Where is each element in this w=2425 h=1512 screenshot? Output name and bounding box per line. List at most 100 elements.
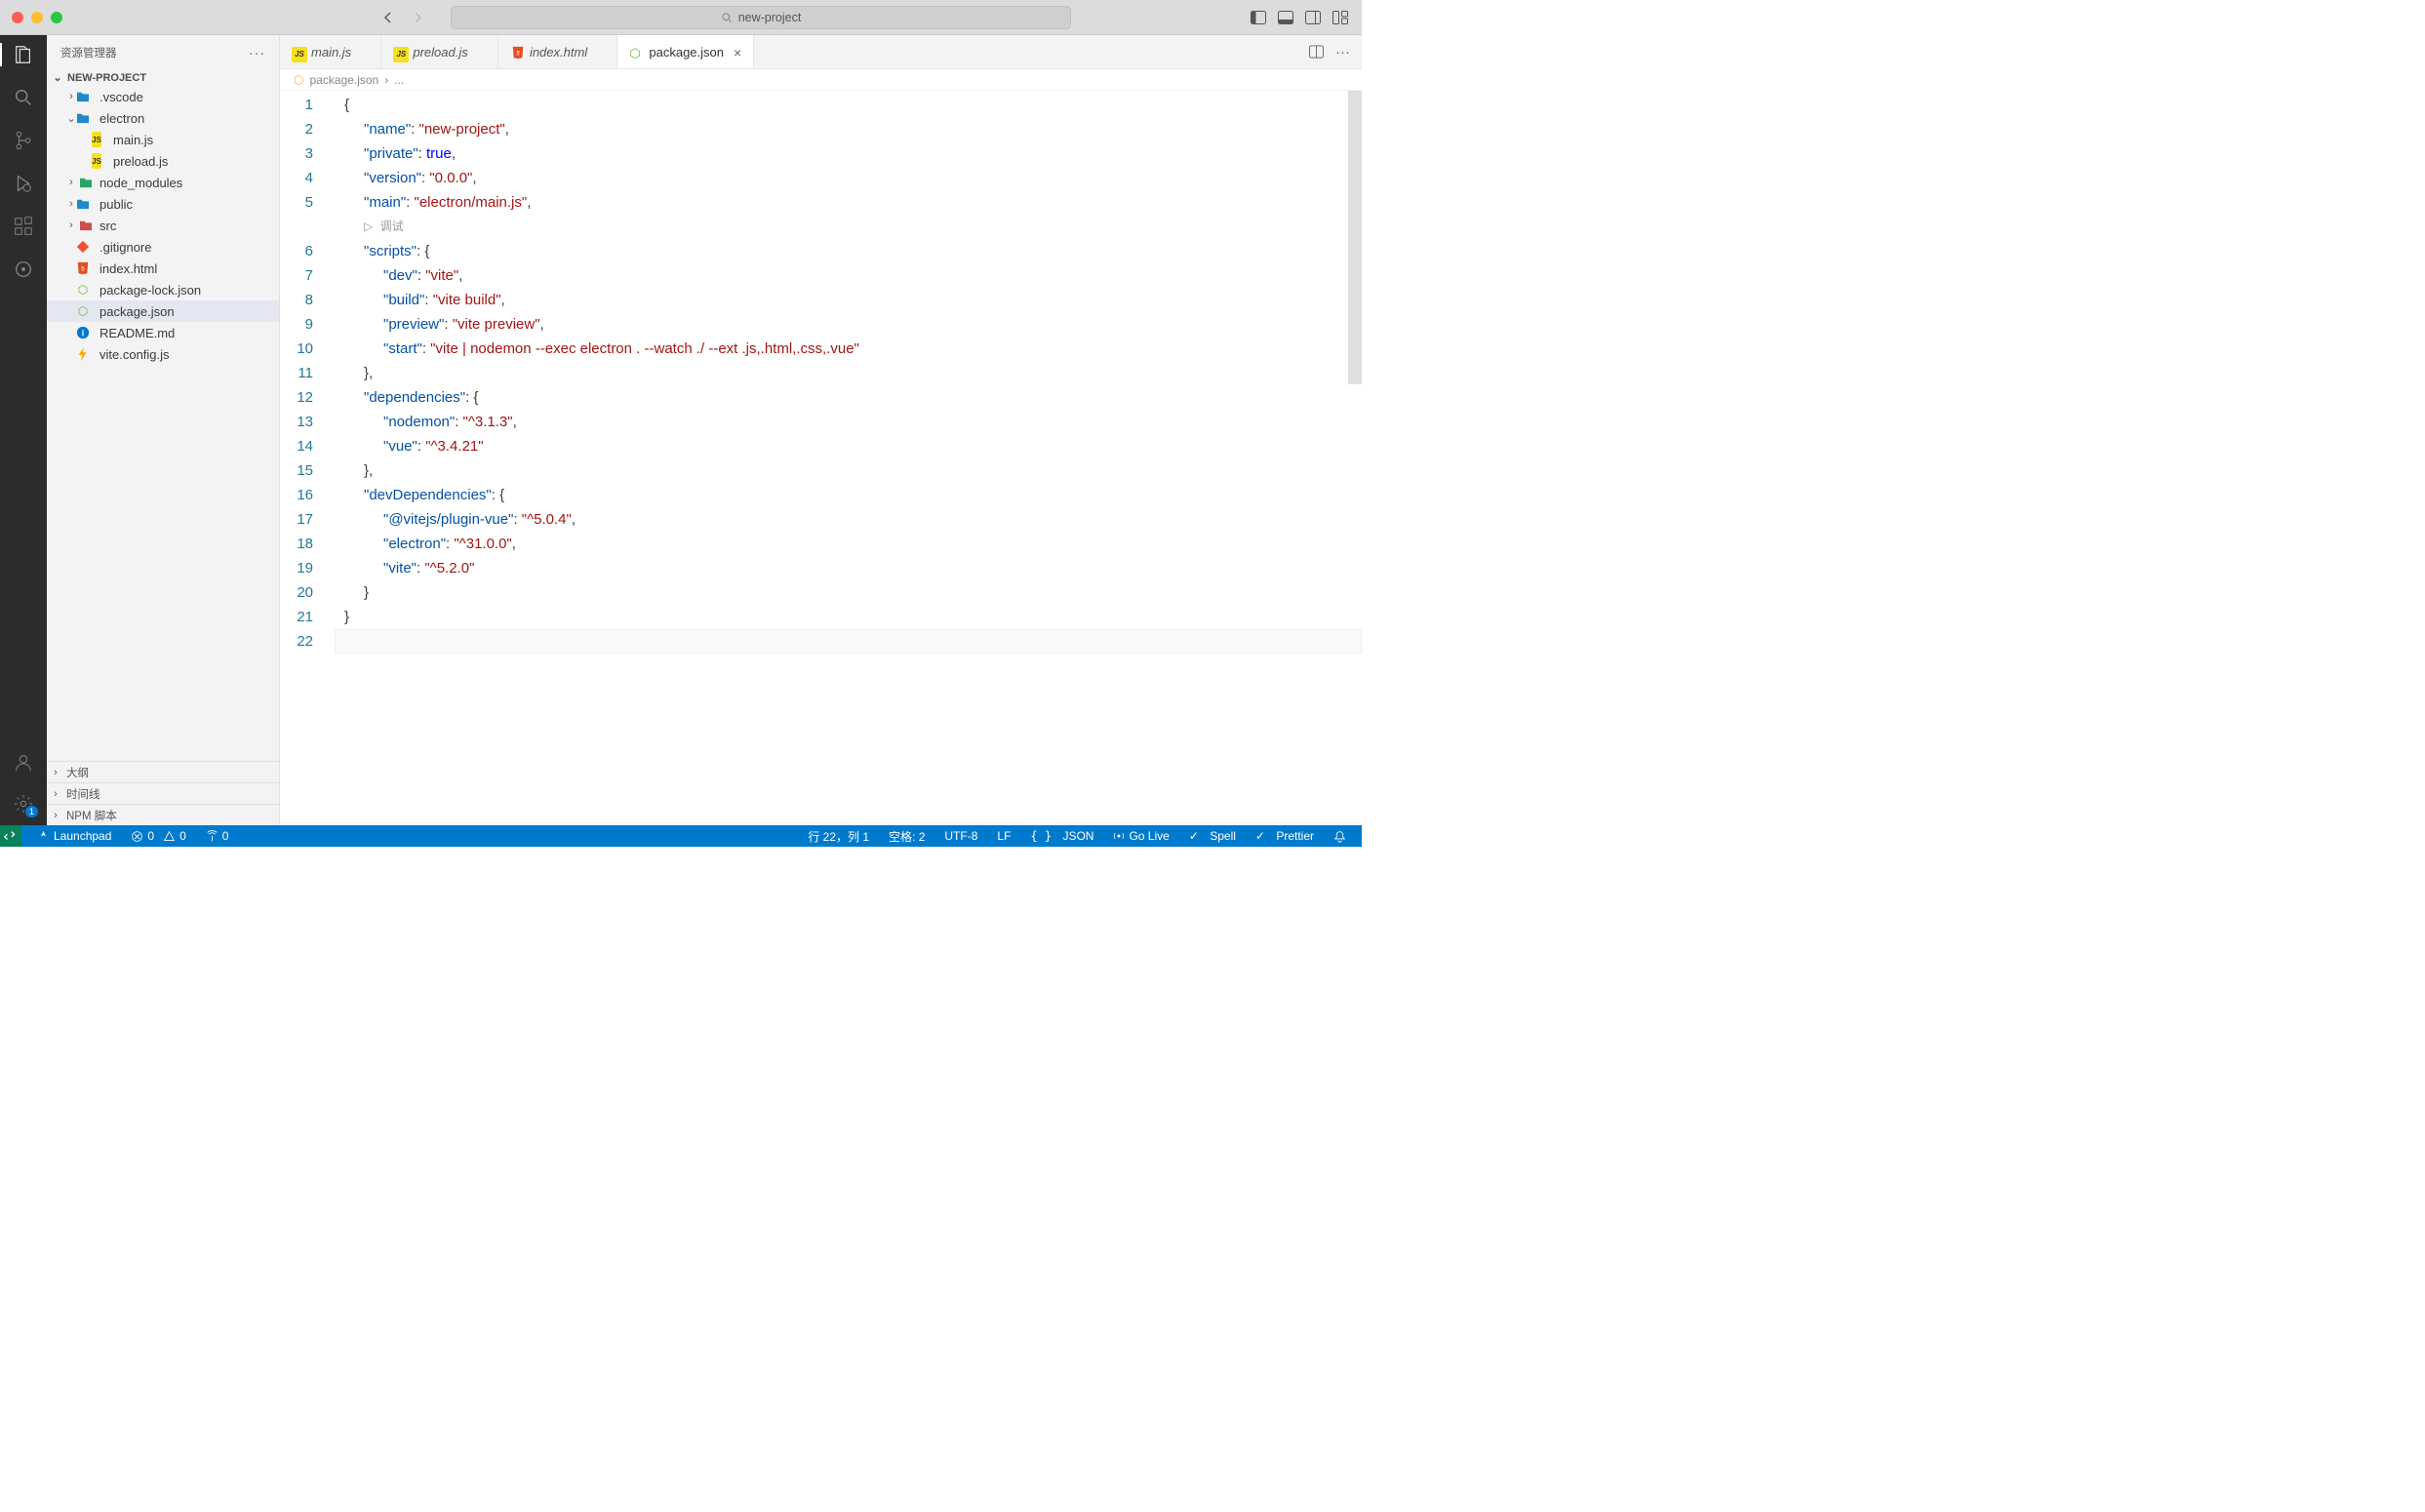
editor-tab[interactable]: ⬡ package.json ×: [617, 35, 754, 68]
file-icon: i: [78, 325, 94, 340]
file-tree-item[interactable]: ›.vscode: [47, 86, 279, 107]
toggle-secondary-sidebar-icon[interactable]: [1305, 11, 1321, 24]
file-icon: [78, 346, 94, 362]
breadcrumb[interactable]: ⬡ package.json › ...: [280, 69, 1362, 91]
file-tree-item[interactable]: .gitignore: [47, 236, 279, 258]
panel-label: 大纲: [66, 765, 89, 780]
file-icon: JS: [92, 153, 107, 169]
file-tree: ›.vscode⌄electron JS main.js JS preload.js ›n…: [47, 86, 279, 365]
tab-more-icon[interactable]: ···: [1335, 44, 1350, 60]
editor[interactable]: 12345678910111213141516171819202122 {"na…: [280, 91, 1362, 825]
status-remote-button[interactable]: [0, 825, 21, 847]
editor-tab[interactable]: JSpreload.js×: [381, 35, 498, 68]
toggle-panel-icon[interactable]: [1278, 11, 1293, 24]
customize-layout-icon[interactable]: [1332, 11, 1348, 24]
split-editor-icon[interactable]: [1309, 45, 1324, 59]
status-notifications-icon[interactable]: [1330, 830, 1350, 843]
status-indentation[interactable]: 空格: 2: [885, 828, 929, 845]
activity-remote-icon[interactable]: [12, 258, 35, 281]
antenna-icon: [206, 830, 219, 843]
error-icon: [131, 830, 143, 843]
file-icon: ⬡: [78, 282, 94, 298]
svg-text:5: 5: [81, 266, 85, 273]
file-tree-item[interactable]: ⬡ package-lock.json: [47, 279, 279, 300]
file-icon: [78, 89, 94, 104]
editor-tabs: JSmain.js×JSpreload.js×5index.html×⬡pack…: [280, 35, 1362, 69]
toggle-primary-sidebar-icon[interactable]: [1251, 11, 1266, 24]
tab-label: package.json: [649, 45, 724, 60]
chevron-down-icon: ⌄: [51, 71, 64, 84]
command-center[interactable]: new-project: [451, 6, 1071, 29]
sidebar-panel-header[interactable]: ›NPM 脚本: [47, 804, 279, 825]
project-root-header[interactable]: ⌄ NEW-PROJECT: [47, 69, 279, 86]
nav-back-button[interactable]: [380, 10, 396, 25]
file-label: package-lock.json: [99, 283, 201, 298]
maximize-window-button[interactable]: [51, 12, 62, 23]
file-tree-item[interactable]: ⬡package.json: [47, 300, 279, 322]
file-tree-item[interactable]: ›public: [47, 193, 279, 215]
activity-explorer-icon[interactable]: [12, 43, 35, 66]
code-content[interactable]: {"name": "new-project","private": true,"…: [335, 91, 1362, 825]
layout-controls: [1251, 11, 1362, 24]
file-label: node_modules: [99, 176, 182, 190]
sidebar-panel-header[interactable]: ›大纲: [47, 761, 279, 782]
nav-forward-button[interactable]: [410, 10, 425, 25]
file-tree-item[interactable]: ›src: [47, 215, 279, 236]
tab-file-icon: JS: [393, 45, 407, 59]
file-label: .gitignore: [99, 240, 151, 255]
file-tree-item[interactable]: ›node_modules: [47, 172, 279, 193]
activity-search-icon[interactable]: [12, 86, 35, 109]
status-prettier[interactable]: ✓ Prettier: [1252, 829, 1318, 843]
file-tree-item[interactable]: JS main.js: [47, 129, 279, 150]
status-encoding[interactable]: UTF-8: [940, 829, 981, 843]
editor-tab[interactable]: 5index.html×: [498, 35, 617, 68]
file-tree-item[interactable]: ⌄electron: [47, 107, 279, 129]
close-tab-icon[interactable]: ×: [734, 45, 741, 60]
file-icon: 5: [78, 260, 94, 276]
gutter: 12345678910111213141516171819202122: [280, 91, 335, 825]
activity-accounts-icon[interactable]: [12, 751, 35, 775]
file-label: main.js: [113, 133, 153, 147]
file-label: public: [99, 197, 133, 212]
file-label: preload.js: [113, 154, 168, 169]
breadcrumb-icon: ⬡: [294, 73, 303, 87]
file-tree-item[interactable]: 5 index.html: [47, 258, 279, 279]
file-label: .vscode: [99, 90, 143, 104]
close-window-button[interactable]: [12, 12, 23, 23]
sidebar-header: 资源管理器 ···: [47, 35, 279, 69]
status-problems[interactable]: 0 0: [127, 829, 189, 843]
file-icon: ⬡: [78, 303, 94, 319]
code-lens-debug[interactable]: ▷ 调试: [335, 215, 1362, 239]
file-label: src: [99, 219, 116, 233]
status-ports[interactable]: 0: [202, 829, 233, 843]
window-controls: [0, 12, 101, 23]
file-tree-item[interactable]: vite.config.js: [47, 343, 279, 365]
file-icon: JS: [92, 132, 107, 147]
minimap[interactable]: [1348, 91, 1362, 825]
tab-label: main.js: [311, 45, 351, 60]
status-launchpad[interactable]: Launchpad: [33, 829, 115, 843]
status-eol[interactable]: LF: [993, 829, 1014, 843]
breadcrumb-file: package.json: [309, 73, 378, 87]
status-cursor-position[interactable]: 行 22，列 1: [804, 828, 873, 845]
activity-extensions-icon[interactable]: [12, 215, 35, 238]
breadcrumb-rest: ...: [394, 73, 404, 87]
sidebar-more-icon[interactable]: ···: [249, 45, 265, 60]
nav-arrows: [365, 10, 441, 25]
sidebar-panel-header[interactable]: ›时间线: [47, 782, 279, 804]
status-language[interactable]: { } JSON: [1026, 829, 1097, 843]
file-tree-item[interactable]: JS preload.js: [47, 150, 279, 172]
activity-bar: 1: [0, 35, 47, 825]
chevron-right-icon: ›: [384, 73, 388, 87]
status-spell[interactable]: ✓ Spell: [1185, 829, 1240, 843]
file-tree-item[interactable]: iREADME.md: [47, 322, 279, 343]
panel-label: 时间线: [66, 786, 100, 802]
tab-file-icon: ⬡: [629, 46, 643, 60]
status-golive[interactable]: Go Live: [1109, 829, 1173, 843]
minimize-window-button[interactable]: [31, 12, 43, 23]
chevron-right-icon: ›: [49, 810, 62, 821]
activity-source-control-icon[interactable]: [12, 129, 35, 152]
activity-run-debug-icon[interactable]: [12, 172, 35, 195]
editor-tab[interactable]: JSmain.js×: [280, 35, 381, 68]
file-label: index.html: [99, 261, 157, 276]
